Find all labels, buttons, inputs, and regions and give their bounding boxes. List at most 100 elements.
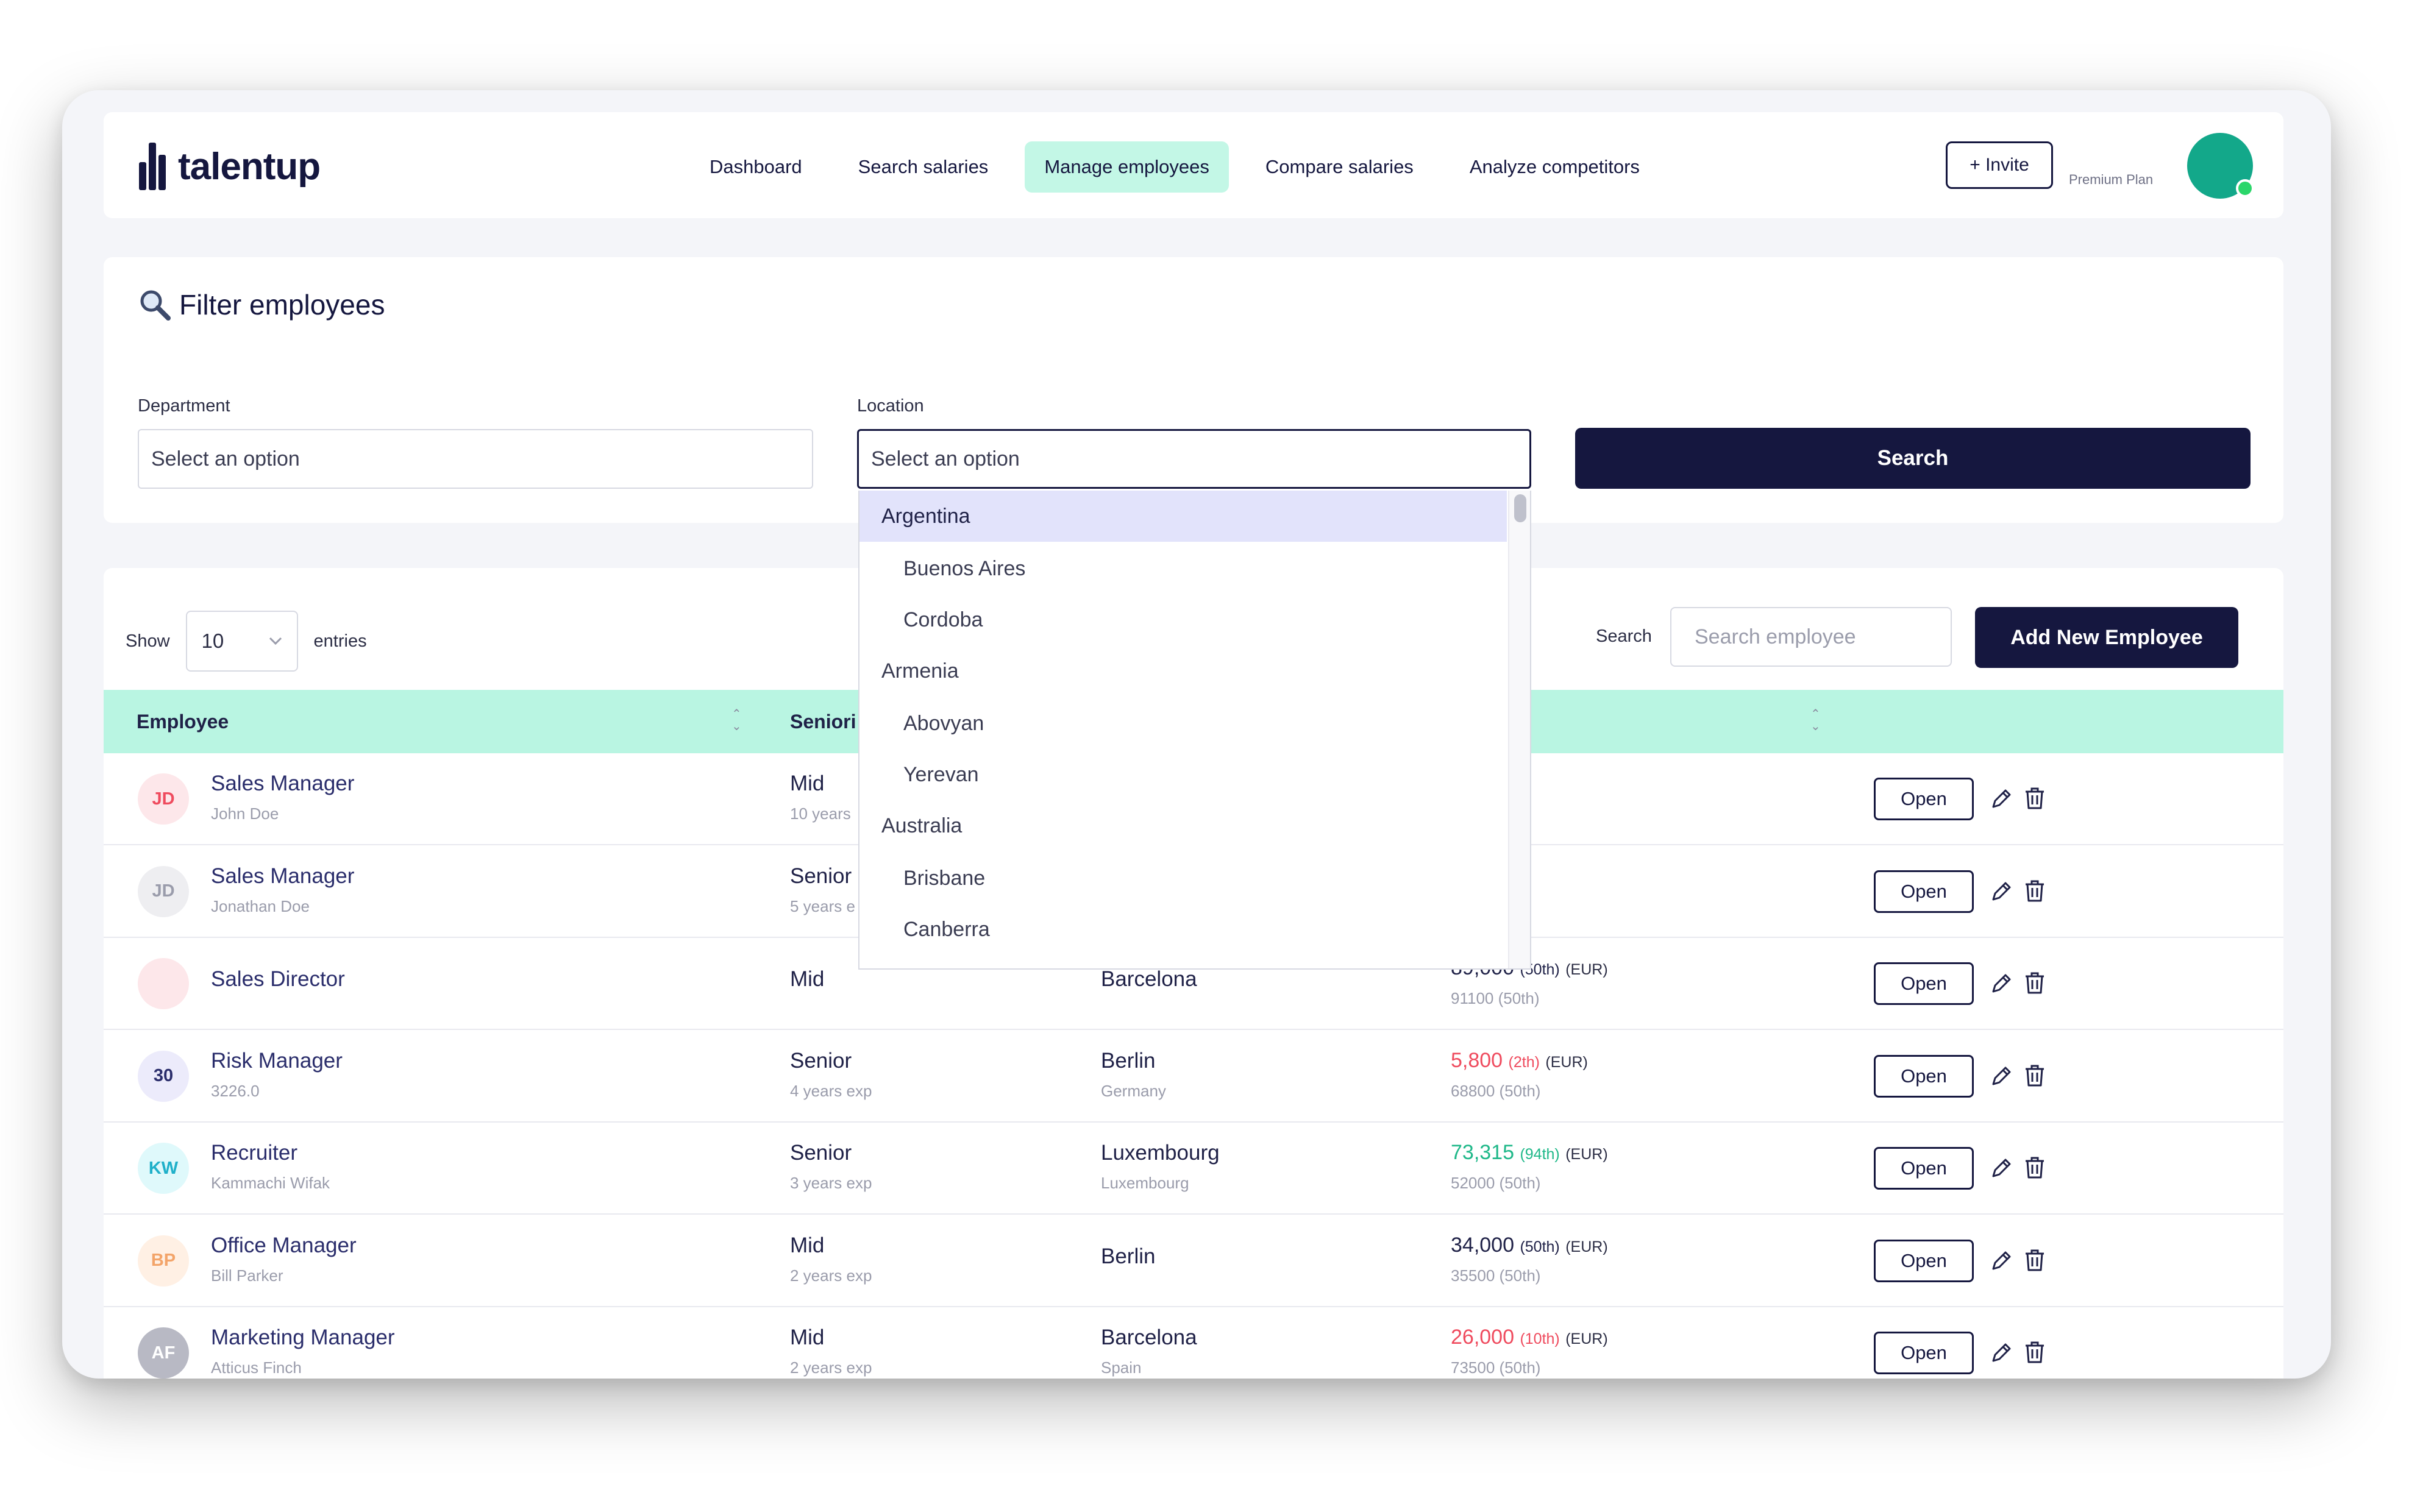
location-city: Barcelona	[1101, 967, 1197, 991]
trash-icon[interactable]	[2021, 1154, 2048, 1181]
employee-search-placeholder: Search employee	[1695, 625, 1856, 648]
magnifier-icon	[140, 290, 171, 321]
salary: 5,800 (2th) (EUR)	[1451, 1049, 1588, 1073]
open-button[interactable]: Open	[1874, 1239, 1974, 1282]
avatar-initials: 30	[153, 1066, 174, 1085]
employee-role-link[interactable]: Marketing Manager	[211, 1326, 395, 1350]
salary-benchmark: 68800 (50th)	[1451, 1081, 1541, 1100]
open-button[interactable]: Open	[1874, 1054, 1974, 1098]
dropdown-option[interactable]: Cordoba	[859, 594, 1507, 645]
salary-percentile: (50th)	[1520, 1238, 1560, 1255]
location-city: Berlin	[1101, 1048, 1156, 1073]
entries-value: 10	[201, 630, 224, 652]
filter-card: Filter employees Department Select an op…	[104, 257, 2283, 523]
open-button[interactable]: Open	[1874, 1147, 1974, 1190]
dropdown-scroll-thumb[interactable]	[1514, 494, 1526, 522]
location-select-value: Select an option	[871, 447, 1020, 470]
table-row: BP Office Manager Bill Parker Mid 2 year…	[104, 1215, 2283, 1307]
employee-name: Atticus Finch	[211, 1358, 302, 1377]
sort-icon[interactable]: ⌃ ⌄	[731, 708, 742, 733]
avatar: JD	[138, 773, 189, 825]
nav-analyze-competitors[interactable]: Analyze competitors	[1450, 141, 1659, 193]
dropdown-option[interactable]: Canberra	[859, 904, 1507, 955]
salary-currency: (EUR)	[1565, 1330, 1608, 1347]
nav-search-salaries[interactable]: Search salaries	[839, 141, 1008, 193]
pencil-icon[interactable]	[1988, 1154, 2015, 1181]
trash-icon[interactable]	[2021, 1247, 2048, 1274]
employee-name: Bill Parker	[211, 1266, 283, 1285]
experience: 10 years	[790, 804, 851, 823]
logo-text: talentup	[178, 145, 321, 188]
pencil-icon[interactable]	[1988, 1062, 2015, 1089]
trash-icon[interactable]	[2021, 1339, 2048, 1366]
employee-search-input[interactable]: Search employee	[1670, 607, 1952, 667]
pencil-icon[interactable]	[1988, 970, 2015, 996]
top-navigation-bar: talentup Dashboard Search salaries Manag…	[104, 112, 2283, 218]
main-nav: Dashboard Search salaries Manage employe…	[690, 141, 1659, 193]
logo-icon	[139, 143, 167, 190]
experience: 5 years e	[790, 896, 855, 915]
open-button[interactable]: Open	[1874, 870, 1974, 913]
experience: 2 years exp	[790, 1358, 872, 1377]
pencil-icon[interactable]	[1988, 878, 2015, 904]
avatar-initials: AF	[151, 1343, 176, 1363]
dropdown-option[interactable]: Brisbane	[859, 853, 1507, 904]
nav-dashboard[interactable]: Dashboard	[690, 141, 822, 193]
dropdown-group-label: Australia	[881, 814, 963, 837]
salary-benchmark: 35500 (50th)	[1451, 1266, 1541, 1285]
pencil-icon[interactable]	[1988, 1339, 2015, 1366]
filter-title-text: Filter employees	[179, 289, 385, 321]
location-dropdown: Argentina Buenos Aires Cordoba Armenia Abovy…	[858, 491, 1531, 970]
department-select[interactable]: Select an option	[138, 429, 813, 489]
search-button[interactable]: Search	[1575, 428, 2251, 489]
sort-icon[interactable]: ⌃ ⌄	[1810, 708, 1821, 733]
pencil-icon[interactable]	[1988, 785, 2015, 812]
header-employee[interactable]: Employee	[137, 711, 229, 733]
dropdown-option[interactable]: Buenos Aires	[859, 543, 1507, 594]
location-country: Luxembourg	[1101, 1174, 1189, 1192]
employee-role-link[interactable]: Sales Director	[211, 967, 345, 992]
invite-button[interactable]: + Invite	[1946, 141, 2053, 189]
salary-currency: (EUR)	[1565, 1146, 1608, 1163]
trash-icon[interactable]	[2021, 1062, 2048, 1089]
add-new-employee-button[interactable]: Add New Employee	[1975, 607, 2238, 668]
dropdown-option[interactable]: Yerevan	[859, 749, 1507, 800]
salary: 34,000 (50th) (EUR)	[1451, 1233, 1608, 1257]
nav-compare-salaries[interactable]: Compare salaries	[1246, 141, 1433, 193]
open-button[interactable]: Open	[1874, 778, 1974, 820]
table-search-label: Search	[1596, 626, 1652, 646]
entries-select[interactable]: 10	[185, 611, 298, 672]
trash-icon[interactable]	[2021, 878, 2048, 904]
employee-role-link[interactable]: Office Manager	[211, 1233, 357, 1258]
employee-role-link[interactable]: Sales Manager	[211, 864, 354, 889]
plan-label: Premium Plan	[2069, 172, 2154, 187]
employee-role-link[interactable]: Sales Manager	[211, 772, 354, 796]
open-button[interactable]: Open	[1874, 962, 1974, 1005]
salary-value: 26,000	[1451, 1326, 1514, 1349]
salary-currency: (EUR)	[1545, 1053, 1588, 1071]
employee-role-link[interactable]: Risk Manager	[211, 1049, 343, 1073]
nav-manage-employees[interactable]: Manage employees	[1025, 141, 1229, 193]
entries-label: entries	[313, 631, 367, 651]
dropdown-scrollbar[interactable]	[1508, 491, 1530, 968]
salary-percentile: (94th)	[1520, 1146, 1560, 1163]
trash-icon[interactable]	[2021, 970, 2048, 996]
entries-control: Show 10 entries	[126, 611, 367, 672]
location-city: Berlin	[1101, 1244, 1156, 1268]
dropdown-group-label: Armenia	[881, 659, 959, 683]
avatar-initials: JD	[152, 789, 175, 809]
header-seniority[interactable]: Seniori	[790, 711, 856, 733]
location-country: Germany	[1101, 1081, 1166, 1100]
pencil-icon[interactable]	[1988, 1247, 2015, 1274]
trash-icon[interactable]	[2021, 785, 2048, 812]
dropdown-option[interactable]: Abovyan	[859, 698, 1507, 749]
location-city: Luxembourg	[1101, 1141, 1220, 1165]
location-city: Barcelona	[1101, 1326, 1197, 1349]
location-select[interactable]: Select an option	[857, 429, 1531, 489]
salary-benchmark: 52000 (50th)	[1451, 1174, 1541, 1192]
avatar: AF	[138, 1327, 189, 1379]
employee-role-link[interactable]: Recruiter	[211, 1141, 297, 1165]
logo[interactable]: talentup	[139, 143, 321, 190]
table-row: AF Marketing Manager Atticus Finch Mid 2…	[104, 1307, 2283, 1379]
open-button[interactable]: Open	[1874, 1332, 1974, 1374]
